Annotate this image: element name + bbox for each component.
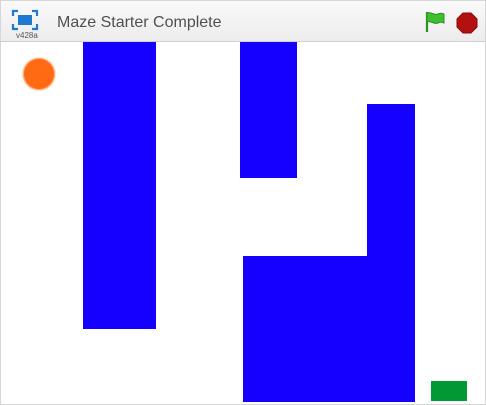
maze-goal (431, 381, 467, 401)
game-stage[interactable] (5, 42, 483, 402)
maze-wall-left (83, 42, 156, 329)
maze-wall-top-middle (240, 42, 297, 178)
maze-wall-bottom-block (243, 256, 415, 402)
project-player: v428a Maze Starter Complete (0, 0, 486, 405)
version-label: v428a (16, 31, 38, 40)
green-flag-icon[interactable] (422, 10, 446, 34)
project-title: Maze Starter Complete (57, 14, 222, 31)
maze-wall-right-upper (367, 104, 415, 258)
player-titlebar: v428a Maze Starter Complete (1, 1, 485, 42)
stop-sign-icon[interactable] (456, 12, 478, 34)
fullscreen-icon[interactable] (11, 9, 39, 31)
player-ball-sprite[interactable] (23, 58, 55, 90)
